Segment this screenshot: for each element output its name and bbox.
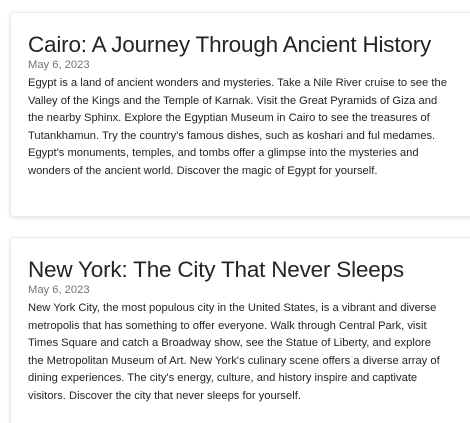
post-date: May 6, 2023 [28, 59, 90, 71]
post-card-new-york[interactable]: New York: The City That Never Sleeps May… [10, 237, 470, 423]
post-date: May 6, 2023 [28, 284, 90, 296]
post-card-cairo[interactable]: Cairo: A Journey Through Ancient History… [10, 12, 470, 217]
blog-post-list: Cairo: A Journey Through Ancient History… [0, 0, 470, 423]
post-body: Egypt is a land of ancient wonders and m… [28, 77, 447, 177]
post-title[interactable]: Cairo: A Journey Through Ancient History [28, 32, 449, 58]
post-title[interactable]: New York: The City That Never Sleeps [28, 257, 449, 283]
post-body: New York City, the most populous city in… [28, 302, 440, 402]
